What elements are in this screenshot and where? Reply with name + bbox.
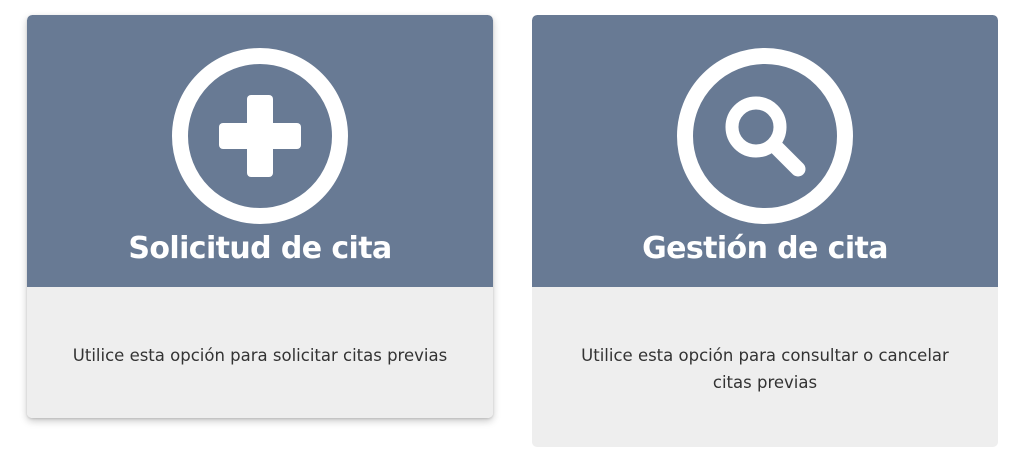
- card-solicitud-de-cita[interactable]: Solicitud de cita Utilice esta opción pa…: [27, 15, 493, 418]
- card-body[interactable]: Utilice esta opción para consultar o can…: [532, 287, 998, 447]
- card-header[interactable]: Solicitud de cita: [27, 15, 493, 287]
- plus-circle-icon: [172, 48, 348, 224]
- card-description: Utilice esta opción para consultar o can…: [581, 346, 949, 392]
- card-header[interactable]: Gestión de cita: [532, 15, 998, 287]
- card-gestion-de-cita[interactable]: Gestión de cita Utilice esta opción para…: [532, 15, 998, 447]
- card-title: Solicitud de cita: [128, 231, 392, 266]
- card-description: Utilice esta opción para solicitar citas…: [72, 346, 448, 365]
- card-title: Gestión de cita: [642, 231, 888, 266]
- search-circle-icon: [677, 48, 853, 224]
- card-body[interactable]: Utilice esta opción para solicitar citas…: [27, 287, 493, 418]
